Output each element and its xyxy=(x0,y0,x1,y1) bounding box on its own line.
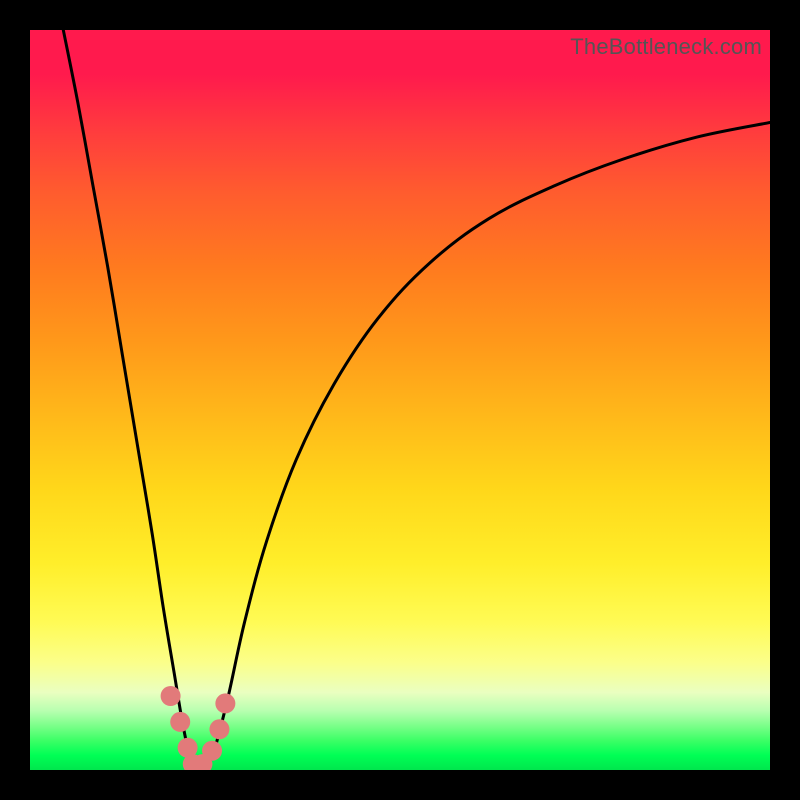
marker-dot xyxy=(170,712,190,732)
left-branch-curve xyxy=(63,30,193,766)
marker-dot xyxy=(161,686,181,706)
marker-dot xyxy=(202,741,222,761)
marker-dot xyxy=(215,693,235,713)
chart-frame: TheBottleneck.com xyxy=(0,0,800,800)
marker-dot xyxy=(209,719,229,739)
gradient-plot-area: TheBottleneck.com xyxy=(30,30,770,770)
right-branch-curve xyxy=(208,123,770,767)
curves-svg xyxy=(30,30,770,770)
bottom-markers xyxy=(161,686,236,770)
